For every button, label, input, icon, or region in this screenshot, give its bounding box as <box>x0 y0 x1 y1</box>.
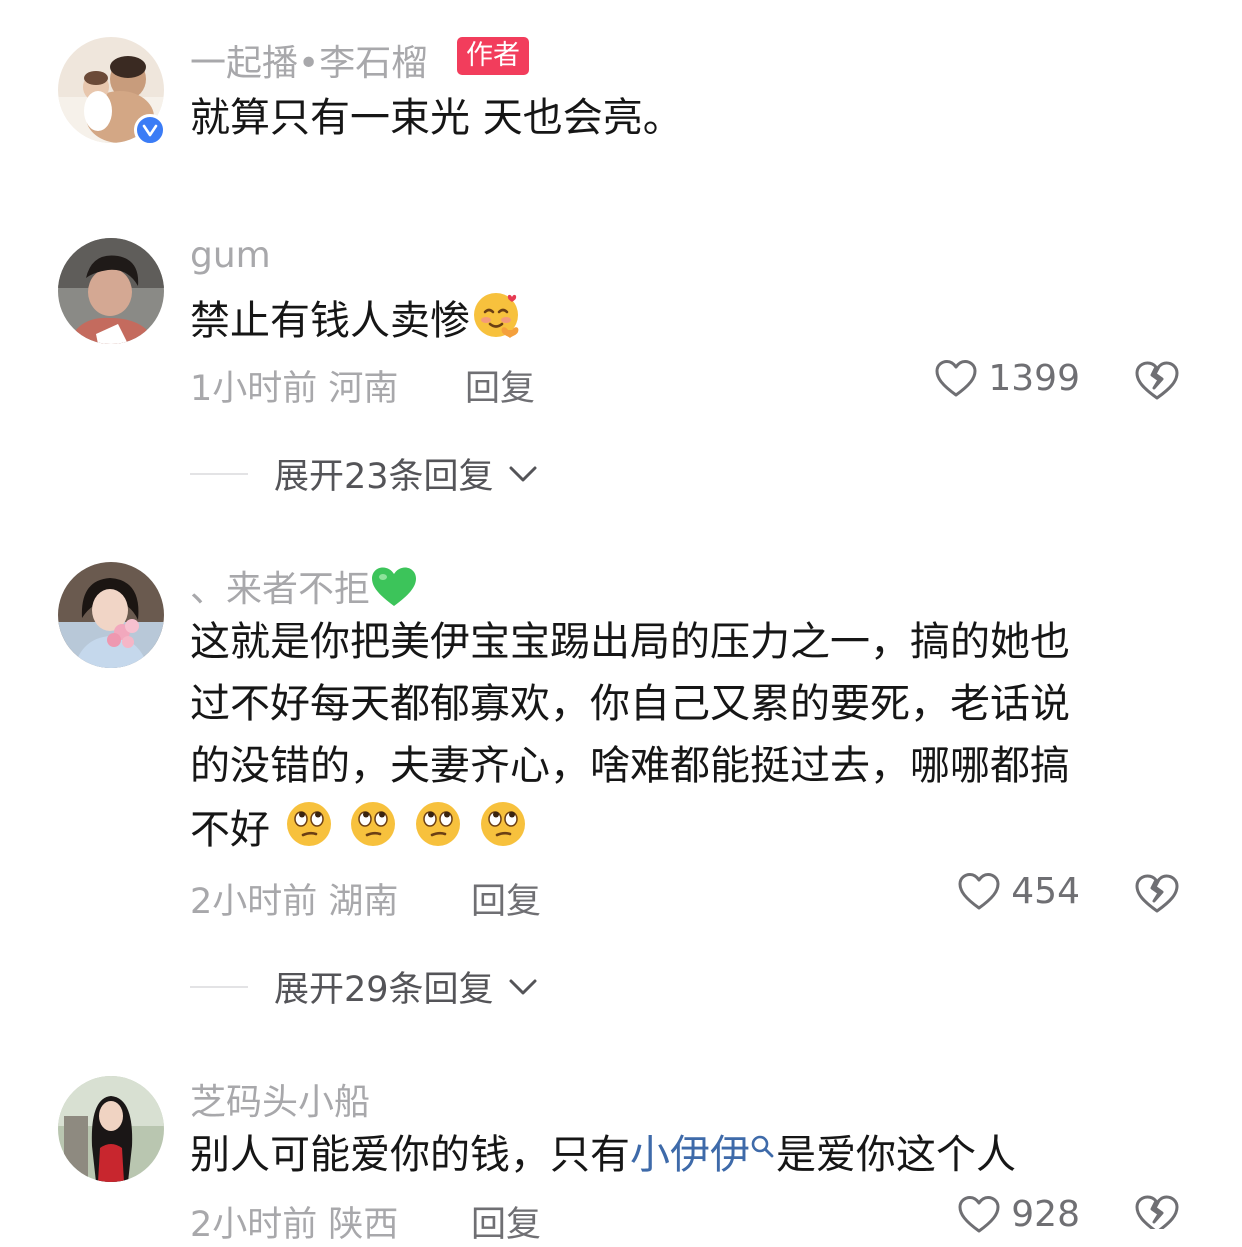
like-count: 454 <box>1011 871 1080 912</box>
avatar[interactable] <box>58 562 164 668</box>
comment-text-line: 的没错的，夫妻齐心，啥难都能挺过去，哪哪都搞 <box>190 743 1070 789</box>
chevron-down-icon <box>509 979 537 994</box>
comment-time: 2小时前 <box>190 1205 318 1245</box>
comment-username[interactable]: gum <box>190 235 271 276</box>
expand-replies-button[interactable]: 展开23条回复 <box>190 448 538 499</box>
dislike-button[interactable] <box>1134 1194 1180 1234</box>
broken-heart-icon <box>1135 874 1179 913</box>
like-count: 1399 <box>988 358 1080 399</box>
comment-text-content: 是爱你这个人 <box>776 1132 1016 1178</box>
username-text: 、来者不拒 <box>190 569 371 610</box>
divider <box>190 985 248 988</box>
heart-icon <box>935 359 977 396</box>
comment-text-content: 禁止有钱人卖惨 <box>190 298 470 344</box>
reply-button[interactable]: 回复 <box>471 873 541 924</box>
comment-text-line: 不好 <box>190 797 1070 859</box>
comment-meta: 1小时前 河南 <box>190 360 398 411</box>
like-button[interactable]: 1399 <box>934 358 1080 399</box>
expand-replies-button[interactable]: 展开29条回复 <box>190 961 538 1012</box>
comment-username[interactable]: 、来者不拒 <box>190 560 418 618</box>
dislike-button[interactable] <box>1134 360 1180 406</box>
comment-text-line: 过不好每天都郁寡欢，你自己又累的要死，老话说 <box>190 681 1070 727</box>
broken-heart-icon <box>1135 361 1179 400</box>
comment-text-content: 不好 <box>190 807 270 853</box>
comment-username[interactable]: 芝码头小船 <box>190 1073 370 1125</box>
like-button[interactable]: 454 <box>957 871 1080 912</box>
comment-time: 1小时前 <box>190 369 318 409</box>
expand-replies-label: 展开29条回复 <box>274 970 494 1010</box>
reply-button[interactable]: 回复 <box>471 1196 541 1247</box>
comment-location: 河南 <box>328 369 399 409</box>
comment-text: 这就是你把美伊宝宝踢出局的压力之一，搞的她也 过不好每天都郁寡欢，你自己又累的要… <box>190 611 1070 859</box>
broken-heart-icon <box>1135 1195 1179 1234</box>
comment-meta: 2小时前 湖南 <box>190 873 398 924</box>
expand-replies-label: 展开23条回复 <box>274 457 494 497</box>
comment-meta: 2小时前 陕西 <box>190 1196 398 1247</box>
chevron-down-icon <box>509 466 537 481</box>
face-with-rolling-eyes-icon <box>412 797 464 867</box>
divider <box>190 472 248 475</box>
comment-text: 禁止有钱人卖惨 <box>190 288 522 350</box>
comment-text-line: 就算只有一束光 天也会亮。 <box>190 95 683 141</box>
comment-text-line: 这就是你把美伊宝宝踢出局的压力之一，搞的她也 <box>190 619 1070 665</box>
author-badge: 作者 <box>457 37 529 75</box>
avatar[interactable] <box>58 238 164 344</box>
comment-location: 湖南 <box>328 882 399 922</box>
verified-icon <box>134 114 166 146</box>
face-with-rolling-eyes-icon <box>477 797 529 867</box>
comment-text: 就算只有一束光 天也会亮。 <box>190 87 683 149</box>
mention-link-text: 小伊伊 <box>630 1132 750 1178</box>
mention-link[interactable]: 小伊伊 <box>630 1132 776 1178</box>
smiling-face-with-hearts-icon <box>470 288 522 358</box>
green-heart-icon <box>370 565 418 618</box>
comment-location: 陕西 <box>328 1205 399 1245</box>
reply-button[interactable]: 回复 <box>465 360 535 411</box>
comment-text: 别人可能爱你的钱，只有小伊伊 是爱你这个人 <box>190 1124 1016 1186</box>
search-icon <box>751 1135 774 1158</box>
comment-text-line: 禁止有钱人卖惨 <box>190 288 522 350</box>
heart-icon <box>958 872 1000 909</box>
comment-username[interactable]: 一起播•李石榴 <box>190 34 427 86</box>
comment-text-line: 别人可能爱你的钱，只有小伊伊 是爱你这个人 <box>190 1124 1016 1186</box>
face-with-rolling-eyes-icon <box>283 797 335 867</box>
avatar[interactable] <box>58 1076 164 1182</box>
comment-time: 2小时前 <box>190 882 318 922</box>
face-with-rolling-eyes-icon <box>347 797 399 867</box>
comment-text-content: 别人可能爱你的钱，只有 <box>190 1132 630 1178</box>
dislike-button[interactable] <box>1134 873 1180 919</box>
